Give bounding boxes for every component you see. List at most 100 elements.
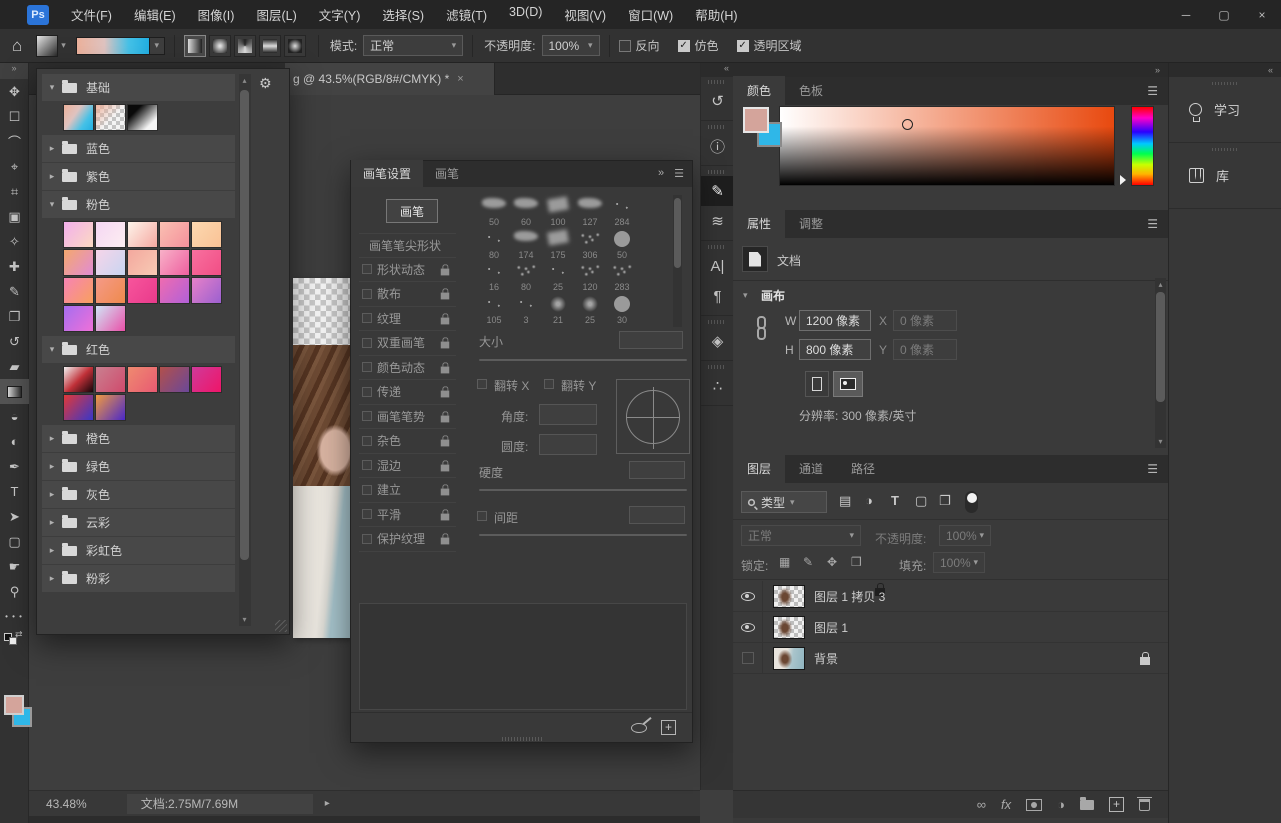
lock-icon[interactable] [441, 366, 450, 373]
tool-presets-icon[interactable]: ≋ [701, 206, 734, 236]
properties-scrollbar[interactable]: ▴ ▾ [1155, 278, 1166, 448]
scroll-up-icon[interactable]: ▴ [1155, 280, 1166, 289]
gradient-panel-scrollbar[interactable]: ▴ ▾ [239, 74, 251, 626]
landscape-orientation-button[interactable] [833, 371, 863, 397]
zoom-tool[interactable]: ⚲ [0, 579, 29, 604]
swap-colors-control[interactable]: ⇄ [4, 631, 24, 645]
3d-icon[interactable]: ◈ [701, 326, 734, 356]
hue-slider[interactable] [1131, 106, 1154, 186]
brush-preset-0-2[interactable]: 100 [542, 195, 574, 227]
blend-mode-select[interactable]: 正常 ▾ [363, 35, 463, 56]
layers-tab-2[interactable]: 路径 [837, 454, 889, 483]
gradient-swatch-0-0[interactable] [63, 104, 94, 131]
lasso-tool[interactable]: ⌒ [0, 129, 29, 154]
brush-preset-0-4[interactable]: 284 [606, 195, 638, 227]
panel-menu-icon[interactable]: ☰ [674, 167, 684, 180]
scrollbar-thumb[interactable] [674, 198, 681, 268]
gradient-swatch-3-3[interactable] [159, 221, 190, 248]
brush-preset-1-2[interactable]: 175 [542, 228, 574, 260]
gradient-swatch-4-5[interactable] [63, 394, 94, 421]
lock-icon[interactable] [441, 464, 450, 471]
filter-smart-object-icon[interactable]: ❐ [939, 493, 951, 509]
color-tab-1[interactable]: 色板 [785, 76, 837, 105]
menu-item-6[interactable]: 滤镜(T) [436, 1, 497, 28]
toolbar-collapse-icon[interactable]: » [0, 63, 28, 79]
share-icon[interactable]: ∴ [701, 371, 734, 401]
lock-icon[interactable] [441, 317, 450, 324]
brush-angle-preview[interactable] [616, 379, 690, 454]
gradient-swatch-3-10[interactable] [63, 277, 94, 304]
panel-menu-icon[interactable]: ☰ [1147, 84, 1158, 98]
crop-tool[interactable]: ⌗ [0, 179, 29, 204]
gradient-swatch-0-1[interactable] [95, 104, 126, 131]
lock-paint-icon[interactable]: ✎ [803, 555, 813, 569]
brush-settings-icon[interactable]: ✎ [701, 176, 734, 206]
brush-preset-3-1[interactable]: 3 [510, 293, 542, 325]
brush-panel-tab-1[interactable]: 画笔 [423, 160, 471, 187]
gradient-group-4[interactable]: ▾红色 [42, 336, 235, 363]
brush-preset-3-2[interactable]: 21 [542, 293, 574, 325]
width-field[interactable]: 1200 像素 [799, 310, 871, 331]
history-brush-tool[interactable]: ↺ [0, 329, 29, 354]
blur-tool[interactable]: ◒ [0, 404, 29, 429]
brush-option-5[interactable]: 传递 [359, 380, 456, 405]
color-tab-0[interactable]: 颜色 [733, 76, 785, 105]
layer-thumbnail[interactable] [773, 647, 805, 670]
portrait-orientation-button[interactable] [805, 371, 829, 397]
layer-effects-icon[interactable]: fx [1001, 797, 1011, 812]
lock-artboard-icon[interactable]: ❒ [851, 555, 862, 569]
gradient-swatch-3-11[interactable] [95, 277, 126, 304]
filter-image-icon[interactable]: ▤ [839, 493, 851, 509]
brush-option-checkbox[interactable] [362, 485, 372, 495]
scrollbar-thumb[interactable] [240, 90, 249, 560]
dodge-tool[interactable]: ◐ [0, 429, 29, 454]
close-button[interactable]: × [1243, 0, 1281, 29]
layer-row-2[interactable]: 背景 [733, 643, 1168, 674]
brush-option-2[interactable]: 纹理 [359, 307, 456, 332]
layer-thumbnail[interactable] [773, 585, 805, 608]
gradient-swatch-4-6[interactable] [95, 394, 126, 421]
brush-tip-shape-item[interactable]: 画笔笔尖形状 [359, 233, 456, 258]
spacing-slider[interactable] [479, 534, 687, 536]
layer-name[interactable]: 背景 [814, 650, 838, 667]
gradient-group-5[interactable]: ▸橙色 [42, 425, 235, 452]
brush-preset-3-3[interactable]: 25 [574, 293, 606, 325]
edit-toolbar-icon[interactable]: • • • [0, 612, 28, 621]
layers-tab-1[interactable]: 通道 [785, 454, 837, 483]
maximize-button[interactable]: ▢ [1205, 0, 1243, 29]
gradient-group-9[interactable]: ▸彩虹色 [42, 537, 235, 564]
menu-item-2[interactable]: 图像(I) [188, 1, 245, 28]
layer-filter-type-select[interactable]: 类型 ▾ [741, 491, 827, 513]
gradient-swatch-4-2[interactable] [127, 366, 158, 393]
brush-option-checkbox[interactable] [362, 289, 372, 299]
rail-collapse-icon[interactable]: « [1169, 63, 1281, 77]
brush-option-8[interactable]: 湿边 [359, 454, 456, 479]
brush-option-checkbox[interactable] [362, 534, 372, 544]
shape-tool[interactable]: ▢ [0, 529, 29, 554]
gradient-swatch-4-3[interactable] [159, 366, 190, 393]
menu-item-8[interactable]: 视图(V) [554, 1, 616, 28]
brush-preset-0-1[interactable]: 60 [510, 195, 542, 227]
gradient-swatch-0-2[interactable] [127, 104, 158, 131]
brush-option-checkbox[interactable] [362, 509, 372, 519]
scroll-down-icon[interactable]: ▾ [239, 615, 250, 624]
brush-panel-tab-0[interactable]: 画笔设置 [351, 160, 423, 187]
zoom-level[interactable]: 43.48% [46, 797, 87, 811]
brush-preset-1-0[interactable]: 80 [478, 228, 510, 260]
brush-option-4[interactable]: 颜色动态 [359, 356, 456, 381]
gradient-swatch-3-2[interactable] [127, 221, 158, 248]
仿色-checkbox[interactable]: ✓ [678, 40, 690, 52]
gradient-swatch-3-4[interactable] [191, 221, 222, 248]
lock-icon[interactable] [441, 489, 450, 496]
size-slider[interactable] [479, 359, 687, 361]
status-chevron-icon[interactable]: ▸ [325, 798, 330, 809]
delete-layer-icon[interactable] [1139, 799, 1150, 811]
menu-item-3[interactable]: 图层(L) [246, 1, 306, 28]
brush-preset-2-1[interactable]: 80 [510, 260, 542, 292]
panel-resize-grip[interactable] [275, 620, 287, 632]
lock-icon[interactable] [441, 538, 450, 545]
filter-adjustment-icon[interactable]: ◑ [865, 493, 873, 508]
filter-shape-icon[interactable]: ▢ [915, 493, 927, 509]
history-icon[interactable]: ↺ [701, 86, 734, 116]
brushes-button[interactable]: 画笔 [386, 199, 438, 223]
